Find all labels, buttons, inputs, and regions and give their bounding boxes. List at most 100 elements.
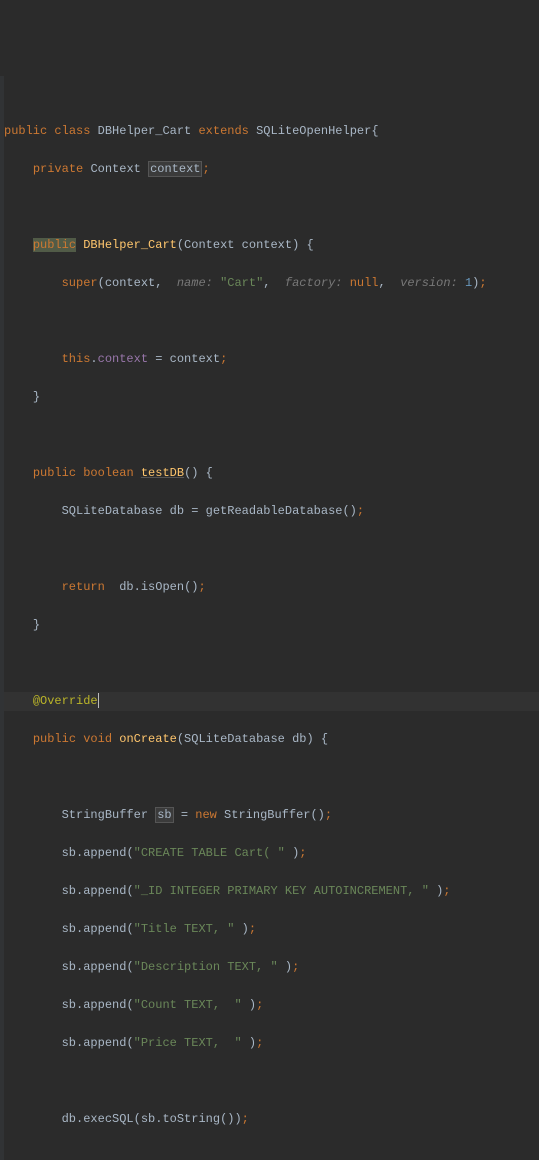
string: "Price TEXT, " [134,1036,242,1050]
semicolon: ; [256,998,263,1012]
field-context: context [148,161,202,177]
keyword-super: super [62,276,98,290]
var: db [170,504,184,518]
code-line [4,426,539,445]
code-line [4,1148,539,1160]
close: ) [285,846,299,860]
rest: () { [184,466,213,480]
semicolon: ; [198,580,205,594]
keyword-public: public [4,124,47,138]
string: "_ID INTEGER PRIMARY KEY AUTOINCREMENT, … [134,884,429,898]
keyword-boolean: boolean [83,466,133,480]
code-line: sb.append("Price TEXT, " ); [4,1034,539,1053]
class-name: DBHelper_Cart [98,124,192,138]
close: ()) [220,1112,242,1126]
pre: db. [105,580,141,594]
close: ) [278,960,292,974]
code-line [4,654,539,673]
string: "Title TEXT, " [134,922,235,936]
semicolon: ; [256,1036,263,1050]
gutter [0,76,4,1160]
close: ) [429,884,443,898]
open: ( [126,922,133,936]
assign: = context [148,352,220,366]
params: (Context context) { [177,238,314,252]
code-line: sb.append("Count TEXT, " ); [4,996,539,1015]
method-append: append [83,1036,126,1050]
close: ) [234,922,248,936]
hint-version: version: [400,276,458,290]
keyword-this: this [62,352,91,366]
pre: sb. [62,998,84,1012]
code-line: public DBHelper_Cart(Context context) { [4,236,539,255]
method-append: append [83,846,126,860]
caret [98,693,99,708]
method-execsql: execSQL [83,1112,133,1126]
code-line: public void onCreate(SQLiteDatabase db) … [4,730,539,749]
code-line: db.execSQL(sb.toString()); [4,1110,539,1129]
code-line: } [4,388,539,407]
ctor: StringBuffer() [217,808,325,822]
code-line [4,1072,539,1091]
keyword-public: public [33,238,76,252]
semicolon: ; [357,504,364,518]
semicolon: ; [479,276,486,290]
type: SQLiteDatabase [62,504,163,518]
code-line: private Context context; [4,160,539,179]
semicolon: ; [292,960,299,974]
semicolon: ; [443,884,450,898]
keyword-class: class [54,124,90,138]
eq: = [184,504,206,518]
open: ( [126,1036,133,1050]
eq: = [174,808,196,822]
open: ( [126,960,133,974]
type: StringBuffer [62,808,148,822]
rest: () [184,580,198,594]
open: ( [126,884,133,898]
string: "Description TEXT, " [134,960,278,974]
super-type: SQLiteOpenHelper [256,124,371,138]
code-line: SQLiteDatabase db = getReadableDatabase(… [4,502,539,521]
rest: () [342,504,356,518]
code-editor[interactable]: public class DBHelper_Cart extends SQLit… [0,76,539,1160]
semicolon: ; [202,162,209,176]
keyword-void: void [83,732,112,746]
method-append: append [83,884,126,898]
code-line: sb.append("Title TEXT, " ); [4,920,539,939]
close: ) [242,1036,256,1050]
code-line: StringBuffer sb = new StringBuffer(); [4,806,539,825]
keyword-public: public [33,466,76,480]
string: "Count TEXT, " [134,998,242,1012]
method-oncreate: onCreate [119,732,177,746]
brace: } [33,618,40,632]
code-line: sb.append("Description TEXT, " ); [4,958,539,977]
keyword-null: null [350,276,379,290]
pre: db. [62,1112,84,1126]
semicolon: ; [325,808,332,822]
field-context: context [98,352,148,366]
pre: sb. [62,884,84,898]
code-line: sb.append("_ID INTEGER PRIMARY KEY AUTOI… [4,882,539,901]
code-line: @Override [4,692,539,711]
code-line [4,768,539,787]
open: (sb. [134,1112,163,1126]
var-sb: sb [155,807,173,823]
method-testdb: testDB [141,466,184,480]
pre: sb. [62,922,84,936]
semicolon: ; [249,922,256,936]
code-line [4,198,539,217]
code-line: sb.append("CREATE TABLE Cart( " ); [4,844,539,863]
pre: sb. [62,960,84,974]
keyword-return: return [62,580,105,594]
semicolon: ; [242,1112,249,1126]
method-call: getReadableDatabase [206,504,343,518]
constructor-name: DBHelper_Cart [83,238,177,252]
hint-name: name: [177,276,213,290]
code-line [4,312,539,331]
code-line: public boolean testDB() { [4,464,539,483]
method-tostring: toString [162,1112,220,1126]
open: ( [126,998,133,1012]
hint-factory: factory: [285,276,343,290]
open: (context [98,276,156,290]
code-line: public class DBHelper_Cart extends SQLit… [4,122,539,141]
